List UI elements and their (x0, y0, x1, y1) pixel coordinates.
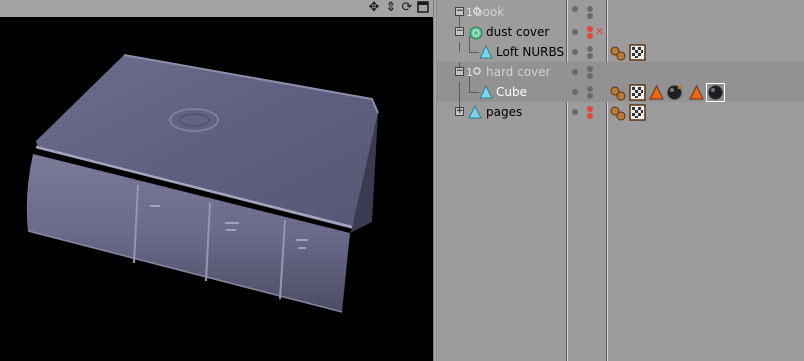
disabled-x-icon[interactable]: ✕ (595, 26, 604, 37)
selection-tag-icon[interactable] (648, 84, 665, 101)
phong-tag-icon[interactable] (610, 84, 627, 101)
polygon-object-icon (478, 84, 494, 100)
object-list-empty-area[interactable] (437, 122, 804, 361)
object-name: pages (486, 105, 523, 119)
3d-viewport[interactable]: ✥ ⇕ ⟳ (0, 0, 433, 361)
texture-tag-icon[interactable] (629, 44, 646, 61)
object-name: book (475, 5, 505, 19)
editor-visibility-dot[interactable] (587, 86, 593, 92)
phong-tag-icon[interactable] (610, 104, 627, 121)
move-icon[interactable]: ✥ (367, 1, 381, 15)
object-row-cube[interactable]: Cube (437, 76, 804, 102)
collapse-toggle[interactable]: − (455, 67, 464, 76)
svg-text:1: 1 (466, 6, 473, 19)
loft-nurbs-icon (468, 24, 484, 40)
object-row-loft-nurbs[interactable]: Loft NURBS (437, 36, 804, 62)
object-row-pages[interactable]: + pages (437, 100, 804, 122)
polygon-object-icon (478, 44, 494, 60)
render-visibility-dot[interactable] (587, 93, 593, 99)
texture-tag-icon[interactable] (629, 84, 646, 101)
texture-tag-icon[interactable] (629, 104, 646, 121)
object-row-hard-cover[interactable]: − 1 hard cover (437, 62, 804, 82)
collapse-toggle[interactable]: − (455, 27, 464, 36)
polygon-object-icon (467, 104, 483, 120)
render-visibility-dot[interactable] (587, 113, 593, 119)
render-visibility-dot[interactable] (587, 33, 593, 39)
maximize-icon[interactable] (416, 1, 430, 15)
material-tag-icon[interactable] (666, 84, 683, 101)
editor-visibility-dot[interactable] (572, 49, 578, 55)
object-row-dust-cover[interactable]: − dust cover ✕ (437, 16, 804, 42)
object-manager: − 1 book − dust cover ✕ Loft NURBS − 1 h… (437, 0, 804, 361)
object-name: dust cover (486, 25, 550, 39)
editor-visibility-dot[interactable] (572, 109, 578, 115)
zoom-icon[interactable]: ⇕ (384, 1, 398, 15)
object-name: Loft NURBS (496, 45, 565, 59)
render-visibility-dot[interactable] (587, 73, 593, 79)
object-row-book[interactable]: − 1 book (437, 2, 804, 22)
object-name: hard cover (486, 65, 551, 79)
object-name: Cube (496, 85, 527, 99)
material-tag-icon[interactable] (706, 83, 725, 102)
editor-visibility-dot[interactable] (587, 66, 593, 72)
editor-visibility-dot[interactable] (572, 6, 578, 12)
render-visibility-dot[interactable] (587, 53, 593, 59)
book-render (26, 54, 379, 313)
phong-tag-icon[interactable] (610, 44, 627, 61)
expand-toggle[interactable]: + (455, 107, 464, 116)
editor-visibility-dot[interactable] (572, 89, 578, 95)
rotate-icon[interactable]: ⟳ (400, 1, 414, 15)
editor-visibility-dot[interactable] (587, 106, 593, 112)
viewport-toolbar: ✥ ⇕ ⟳ (0, 0, 433, 17)
editor-visibility-dot[interactable] (587, 26, 593, 32)
collapse-toggle[interactable]: − (455, 7, 464, 16)
selection-tag-icon[interactable] (688, 84, 705, 101)
editor-visibility-dot[interactable] (587, 46, 593, 52)
editor-visibility-dot[interactable] (572, 69, 578, 75)
editor-visibility-dot[interactable] (572, 29, 578, 35)
render-visibility-dot[interactable] (587, 13, 593, 19)
editor-visibility-dot[interactable] (587, 6, 593, 12)
